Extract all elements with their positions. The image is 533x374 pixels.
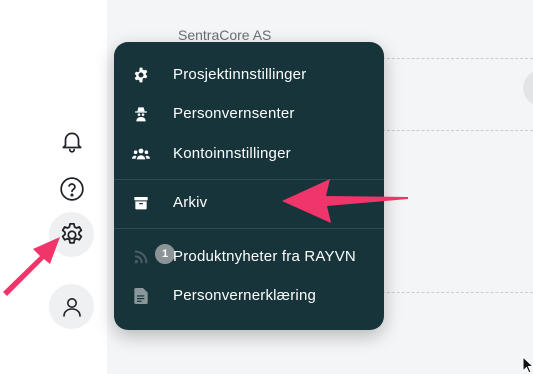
annotation-arrow — [282, 179, 408, 223]
mouse-cursor-icon — [522, 356, 533, 374]
annotation-arrow — [3, 237, 60, 296]
annotation-arrows — [3, 179, 408, 296]
